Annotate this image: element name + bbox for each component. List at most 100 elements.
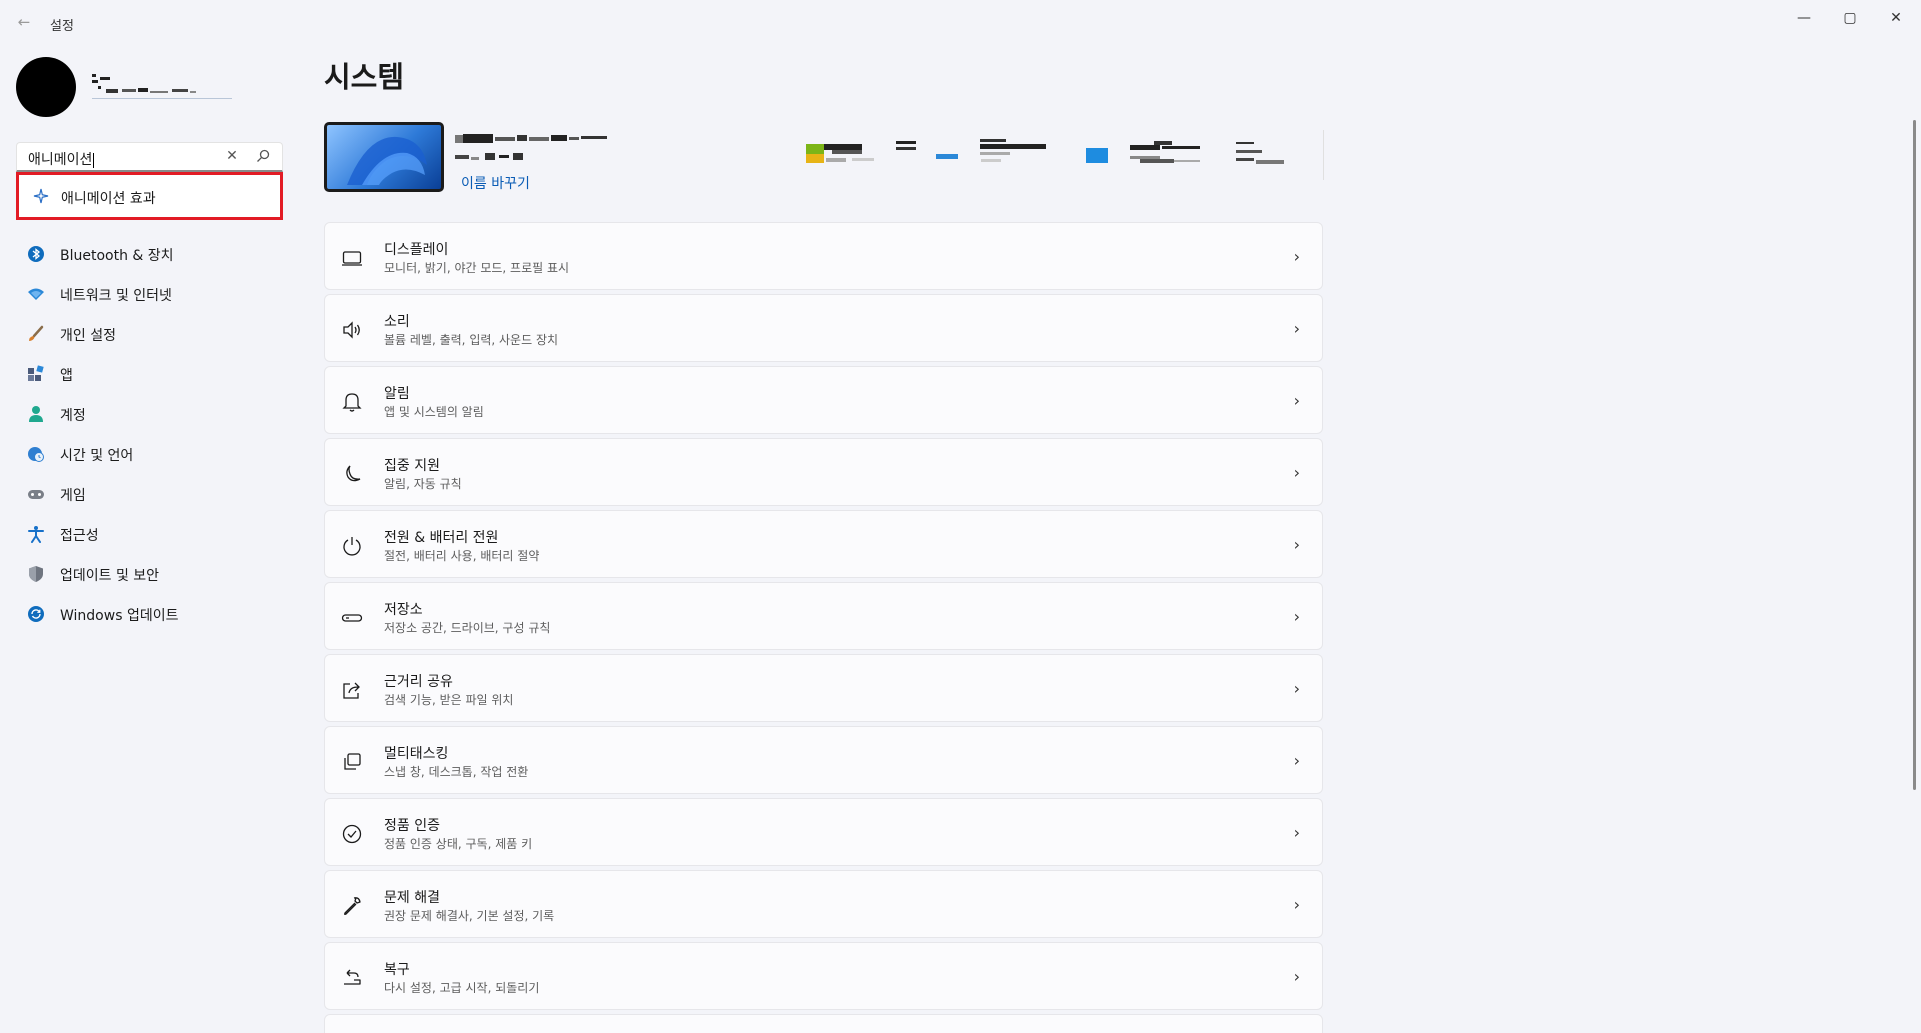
divider bbox=[1323, 130, 1324, 180]
sidebar-item-bluetooth[interactable]: Bluetooth & 장치 bbox=[16, 234, 283, 274]
moon-icon bbox=[341, 463, 363, 485]
card-title: 근거리 공유 bbox=[384, 674, 453, 690]
card-focus-assist[interactable]: 집중 지원 알림, 자동 규칙 › bbox=[324, 438, 1323, 506]
sidebar-item-accessibility[interactable]: 접근성 bbox=[16, 514, 283, 554]
card-subtitle: 검색 기능, 받은 파일 위치 bbox=[384, 693, 514, 707]
search-input-value: 애니메이션 bbox=[28, 152, 95, 168]
sidebar-item-windows-update[interactable]: Windows 업데이트 bbox=[16, 594, 283, 634]
sidebar-item-label: 개인 설정 bbox=[60, 328, 116, 344]
sidebar-item-label: 계정 bbox=[60, 408, 86, 424]
accessibility-icon bbox=[27, 525, 45, 543]
card-title: 디스플레이 bbox=[384, 242, 449, 258]
chevron-right-icon: › bbox=[1293, 607, 1300, 626]
app-title: 설정 bbox=[50, 19, 74, 34]
card-title: 전원 & 배터리 전원 bbox=[384, 530, 499, 546]
card-title: 집중 지원 bbox=[384, 458, 440, 474]
minimize-button[interactable]: — bbox=[1781, 2, 1827, 34]
chevron-right-icon: › bbox=[1293, 751, 1300, 770]
sidebar-item-label: 업데이트 및 보안 bbox=[60, 568, 160, 584]
sparkle-icon bbox=[33, 188, 49, 204]
search-suggestion-animation-effects[interactable]: 애니메이션 효과 bbox=[16, 172, 283, 220]
sidebar-item-update-security[interactable]: 업데이트 및 보안 bbox=[16, 554, 283, 594]
sidebar-item-label: 앱 bbox=[60, 368, 73, 384]
sidebar-item-personalization[interactable]: 개인 설정 bbox=[16, 314, 283, 354]
chevron-right-icon: › bbox=[1293, 391, 1300, 410]
person-icon bbox=[27, 405, 45, 423]
sync-icon bbox=[27, 605, 45, 623]
chevron-right-icon: › bbox=[1293, 679, 1300, 698]
device-wallpaper-thumbnail bbox=[324, 122, 444, 192]
apps-icon bbox=[27, 365, 45, 383]
chevron-right-icon: › bbox=[1293, 895, 1300, 914]
sidebar-item-time-language[interactable]: 시간 및 언어 bbox=[16, 434, 283, 474]
card-subtitle: 모니터, 밝기, 야간 모드, 프로필 표시 bbox=[384, 261, 570, 275]
chevron-right-icon: › bbox=[1293, 535, 1300, 554]
card-title: 저장소 bbox=[384, 602, 423, 618]
close-button[interactable]: ✕ bbox=[1873, 2, 1919, 34]
check-circle-icon bbox=[341, 823, 363, 845]
chevron-right-icon: › bbox=[1293, 823, 1300, 842]
scrollbar[interactable] bbox=[1913, 120, 1916, 790]
card-notifications[interactable]: 알림 앱 및 시스템의 알림 › bbox=[324, 366, 1323, 434]
sidebar-item-network[interactable]: 네트워크 및 인터넷 bbox=[16, 274, 283, 314]
redacted-profile-name bbox=[92, 74, 232, 99]
card-activation[interactable]: 정품 인증 정품 인증 상태, 구독, 제품 키 › bbox=[324, 798, 1323, 866]
card-subtitle: 앱 및 시스템의 알림 bbox=[384, 405, 484, 419]
wrench-icon bbox=[341, 895, 363, 917]
avatar[interactable] bbox=[16, 57, 76, 117]
bell-icon bbox=[341, 391, 363, 413]
sidebar-item-label: Bluetooth & 장치 bbox=[60, 248, 174, 264]
card-troubleshoot[interactable]: 문제 해결 권장 문제 해결사, 기본 설정, 기록 › bbox=[324, 870, 1323, 938]
card-power-battery[interactable]: 전원 & 배터리 전원 절전, 배터리 사용, 배터리 절약 › bbox=[324, 510, 1323, 578]
chevron-right-icon: › bbox=[1293, 247, 1300, 266]
chevron-right-icon: › bbox=[1293, 319, 1300, 338]
card-title: 소리 bbox=[384, 314, 410, 330]
card-nearby-sharing[interactable]: 근거리 공유 검색 기능, 받은 파일 위치 › bbox=[324, 654, 1323, 722]
card-title: 알림 bbox=[384, 386, 410, 402]
card-multitasking[interactable]: 멀티태스킹 스냅 창, 데스크톱, 작업 전환 › bbox=[324, 726, 1323, 794]
card-subtitle: 볼륨 레벨, 출력, 입력, 사운드 장치 bbox=[384, 333, 559, 347]
back-button[interactable]: ← bbox=[12, 12, 36, 32]
card-sound[interactable]: 소리 볼륨 레벨, 출력, 입력, 사운드 장치 › bbox=[324, 294, 1323, 362]
card-subtitle: 절전, 배터리 사용, 배터리 절약 bbox=[384, 549, 540, 563]
sidebar-item-accounts[interactable]: 계정 bbox=[16, 394, 283, 434]
multitask-icon bbox=[341, 751, 363, 773]
card-subtitle: 스냅 창, 데스크톱, 작업 전환 bbox=[384, 765, 529, 779]
redacted-device-status bbox=[806, 139, 1284, 164]
sidebar-nav: Bluetooth & 장치 네트워크 및 인터넷 개인 설정 앱 계정 시간 … bbox=[16, 234, 283, 634]
sidebar-item-label: 네트워크 및 인터넷 bbox=[60, 288, 172, 304]
card-title: 정품 인증 bbox=[384, 818, 440, 834]
storage-icon bbox=[341, 607, 363, 629]
maximize-button[interactable]: ▢ bbox=[1827, 2, 1873, 34]
card-recovery[interactable]: 복구 다시 설정, 고급 시작, 되돌리기 › bbox=[324, 942, 1323, 1010]
bluetooth-icon bbox=[27, 245, 45, 263]
clear-search-button[interactable]: ✕ bbox=[222, 148, 242, 166]
gamepad-icon bbox=[27, 485, 45, 503]
redacted-device-name bbox=[455, 134, 607, 160]
globe-clock-icon bbox=[27, 445, 45, 463]
card-subtitle: 권장 문제 해결사, 기본 설정, 기록 bbox=[384, 909, 555, 923]
sidebar-item-apps[interactable]: 앱 bbox=[16, 354, 283, 394]
rename-link[interactable]: 이름 바꾸기 bbox=[461, 173, 530, 193]
speaker-icon bbox=[341, 319, 363, 341]
card-subtitle: 다시 설정, 고급 시작, 되돌리기 bbox=[384, 981, 540, 995]
brush-icon bbox=[27, 325, 45, 343]
sidebar-item-label: 게임 bbox=[60, 488, 86, 504]
card-subtitle: 알림, 자동 규칙 bbox=[384, 477, 462, 491]
sidebar-item-gaming[interactable]: 게임 bbox=[16, 474, 283, 514]
power-icon bbox=[341, 535, 363, 557]
card-title: 멀티태스킹 bbox=[384, 746, 449, 762]
wifi-icon bbox=[27, 285, 45, 303]
sidebar-item-label: 시간 및 언어 bbox=[60, 448, 134, 464]
card-storage[interactable]: 저장소 저장소 공간, 드라이브, 구성 규칙 › bbox=[324, 582, 1323, 650]
chevron-right-icon: › bbox=[1293, 967, 1300, 986]
shield-icon bbox=[27, 565, 45, 583]
card-title: 복구 bbox=[384, 962, 410, 978]
settings-card-list: 디스플레이 모니터, 밝기, 야간 모드, 프로필 표시 › 소리 볼륨 레벨,… bbox=[324, 222, 1323, 1033]
sidebar-item-label: 접근성 bbox=[60, 528, 99, 544]
title-bar: ← 설정 — ▢ ✕ bbox=[0, 0, 1921, 40]
search-icon[interactable] bbox=[255, 148, 275, 166]
card-partial-next[interactable] bbox=[324, 1014, 1323, 1033]
card-display[interactable]: 디스플레이 모니터, 밝기, 야간 모드, 프로필 표시 › bbox=[324, 222, 1323, 290]
search-input[interactable]: 애니메이션 ✕ bbox=[16, 142, 283, 172]
